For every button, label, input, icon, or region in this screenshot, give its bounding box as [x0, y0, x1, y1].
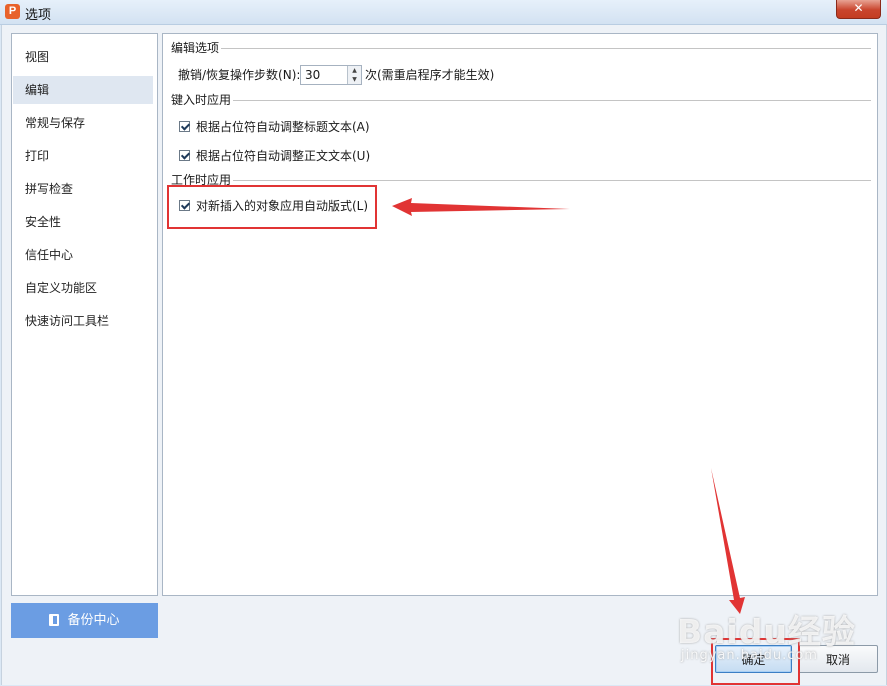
- group-divider: [221, 180, 871, 181]
- edit-options-panel: 编辑选项 撤销/恢复操作步数(N): 30 ▲ ▼ 次(需重启程序才能生效) 键…: [162, 33, 878, 596]
- options-sidebar: 视图 编辑 常规与保存 打印 拼写检查 安全性 信任中心 自定义功能区 快速访问…: [11, 33, 158, 596]
- close-button[interactable]: ✕: [836, 0, 881, 19]
- sidebar-item-view[interactable]: 视图: [13, 43, 153, 71]
- spinner-down-icon[interactable]: ▼: [347, 75, 361, 84]
- baidu-watermark-url: jingyan.baidu.com: [681, 648, 818, 663]
- title-bar: P 选项 ✕: [0, 0, 887, 25]
- checkmark-icon: [180, 121, 191, 131]
- backup-center-button[interactable]: 备份中心: [11, 603, 158, 638]
- backup-center-label: 备份中心: [67, 613, 120, 628]
- undo-steps-value[interactable]: 30: [305, 66, 320, 84]
- autofit-body-label[interactable]: 根据占位符自动调整正文文本(U): [196, 149, 370, 163]
- sidebar-item-edit[interactable]: 编辑: [13, 76, 153, 104]
- sidebar-item-security[interactable]: 安全性: [13, 208, 153, 236]
- options-dialog: 视图 编辑 常规与保存 打印 拼写检查 安全性 信任中心 自定义功能区 快速访问…: [1, 25, 887, 685]
- undo-steps-suffix: 次(需重启程序才能生效): [365, 68, 495, 82]
- autofit-title-label[interactable]: 根据占位符自动调整标题文本(A): [196, 120, 370, 134]
- undo-steps-spinner[interactable]: 30 ▲ ▼: [300, 65, 362, 85]
- sidebar-item-quick-access-toolbar[interactable]: 快速访问工具栏: [13, 307, 153, 335]
- autofit-body-checkbox[interactable]: [179, 150, 191, 161]
- autofit-title-checkbox[interactable]: [179, 121, 191, 132]
- annotation-highlight-box: [167, 185, 377, 229]
- sidebar-item-trust-center[interactable]: 信任中心: [13, 241, 153, 269]
- backup-icon: [49, 614, 60, 626]
- presentation-app-icon: P: [5, 4, 20, 19]
- window-title: 选项: [25, 8, 52, 23]
- sidebar-item-spell-check[interactable]: 拼写检查: [13, 175, 153, 203]
- group-title-edit: 编辑选项: [171, 40, 222, 56]
- checkmark-icon: [180, 150, 191, 160]
- sidebar-item-print[interactable]: 打印: [13, 142, 153, 170]
- undo-steps-label: 撤销/恢复操作步数(N):: [178, 68, 301, 82]
- spinner-up-icon[interactable]: ▲: [347, 66, 361, 75]
- baidu-watermark: Baidu经验: [677, 612, 856, 651]
- group-title-typing: 键入时应用: [171, 92, 234, 108]
- group-divider: [221, 100, 871, 101]
- sidebar-item-customize-ribbon[interactable]: 自定义功能区: [13, 274, 153, 302]
- sidebar-item-general-save[interactable]: 常规与保存: [13, 109, 153, 137]
- group-divider: [221, 48, 871, 49]
